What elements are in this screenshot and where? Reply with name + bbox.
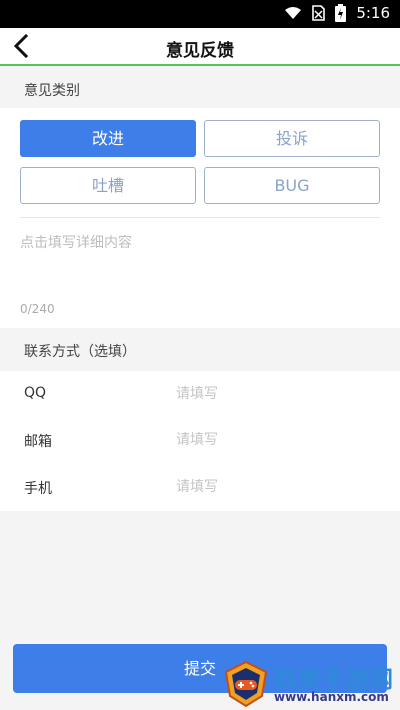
feedback-panel: 改进 投诉 吐槽 BUG bbox=[0, 108, 400, 328]
status-icons: 5:16 bbox=[284, 4, 390, 22]
type-option-complaint[interactable]: 投诉 bbox=[204, 120, 380, 157]
contact-panel: QQ 邮箱 手机 bbox=[0, 371, 400, 511]
divider bbox=[20, 217, 380, 218]
qq-label: QQ bbox=[24, 385, 47, 401]
wifi-icon bbox=[285, 7, 302, 19]
qq-input[interactable] bbox=[176, 383, 376, 405]
phone-input[interactable] bbox=[176, 476, 376, 498]
type-option-rant[interactable]: 吐槽 bbox=[20, 167, 196, 204]
status-time: 5:16 bbox=[356, 4, 390, 22]
title-bar: 意见反馈 bbox=[0, 28, 400, 66]
contact-label: 联系方式（选填） bbox=[24, 344, 136, 360]
email-input[interactable] bbox=[176, 429, 376, 451]
watermark-brand: 西美手游网 bbox=[274, 667, 394, 693]
type-option-bug[interactable]: BUG bbox=[204, 167, 380, 204]
contact-row-email: 邮箱 bbox=[0, 417, 400, 463]
battery-charging-icon bbox=[335, 4, 347, 22]
contact-row-qq: QQ bbox=[0, 371, 400, 417]
gamepad-shield-icon bbox=[224, 660, 268, 708]
page-title: 意见反馈 bbox=[166, 41, 234, 61]
detail-textarea[interactable]: 点击填写详细内容 bbox=[20, 232, 132, 252]
email-label: 邮箱 bbox=[24, 434, 52, 450]
no-sim-icon bbox=[312, 5, 326, 21]
type-option-improve[interactable]: 改进 bbox=[20, 120, 196, 157]
watermark-site: www.hanxm.com bbox=[274, 690, 389, 704]
status-bar: 5:16 bbox=[0, 0, 400, 28]
phone-label: 手机 bbox=[24, 481, 52, 497]
contact-row-phone: 手机 bbox=[0, 464, 400, 510]
feedback-type-label: 意见类别 bbox=[24, 83, 80, 99]
watermark: 西美手游网 www.hanxm.com bbox=[222, 656, 397, 710]
char-counter: 0/240 bbox=[20, 302, 55, 316]
